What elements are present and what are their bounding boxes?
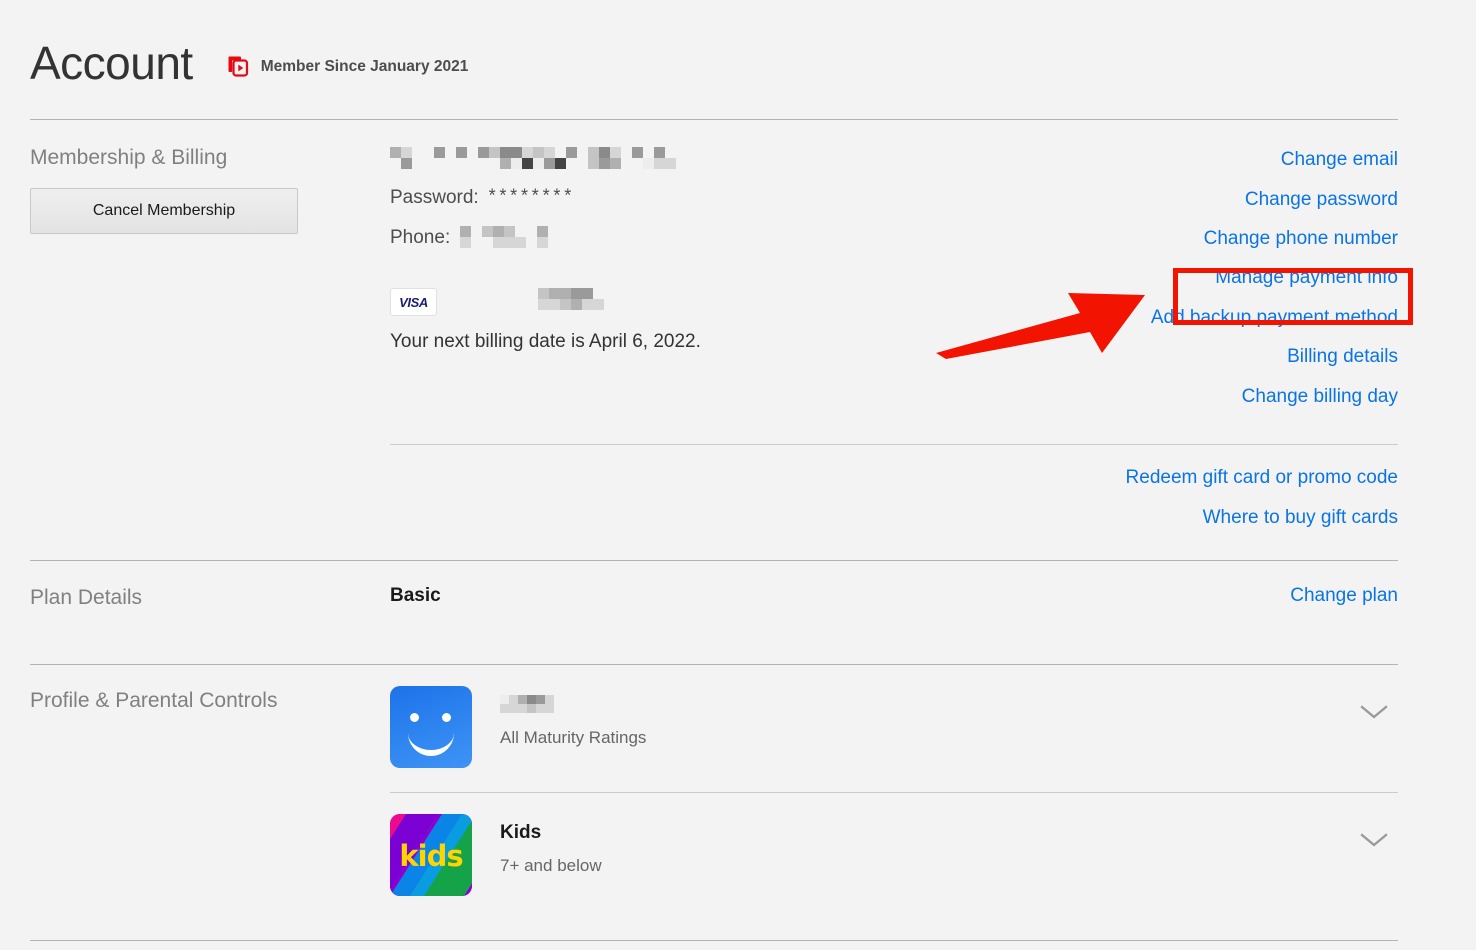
kids-avatar[interactable]: kids — [390, 814, 472, 896]
netflix-profile-cards-icon — [225, 54, 251, 80]
password-row: Password: ******** — [390, 185, 680, 211]
header-divider — [30, 119, 1398, 120]
account-info-column: Password: ******** Phone: — [390, 146, 680, 251]
bottom-divider — [30, 940, 1398, 941]
where-to-buy-gift-cards-link[interactable]: Where to buy gift cards — [1126, 498, 1398, 538]
smiley-blue-avatar[interactable] — [390, 686, 472, 768]
visa-card-logo: VISA — [390, 288, 437, 316]
profile-maturity: 7+ and below — [500, 856, 602, 875]
page-title: Account — [30, 37, 193, 89]
profile-name: Kids — [500, 822, 542, 843]
change-phone-number-link[interactable]: Change phone number — [1204, 219, 1398, 259]
card-number-redacted — [538, 288, 608, 312]
member-badge: Member Since January 2021 — [225, 54, 469, 80]
phone-row: Phone: — [390, 225, 680, 251]
change-email-link[interactable]: Change email — [1204, 140, 1398, 180]
password-value: ******** — [486, 188, 574, 208]
add-backup-payment-method-link[interactable]: Add backup payment method — [1151, 298, 1398, 338]
gift-card-links: Redeem gift card or promo code Where to … — [1126, 458, 1398, 537]
redeem-gift-card-link[interactable]: Redeem gift card or promo code — [1126, 458, 1398, 498]
account-links: Change email Change password Change phon… — [1204, 140, 1398, 259]
kids-wordmark: kids — [399, 839, 463, 873]
profile-name — [500, 692, 646, 718]
cancel-membership-button[interactable]: Cancel Membership — [30, 188, 298, 234]
chevron-down-icon[interactable] — [1360, 832, 1388, 848]
phone-label: Phone: — [390, 227, 451, 248]
change-billing-day-link[interactable]: Change billing day — [1151, 377, 1398, 417]
membership-plan-divider — [30, 560, 1398, 561]
manage-payment-info-link[interactable]: Manage payment info — [1151, 258, 1398, 298]
table-row[interactable]: kids Kids 7+ and below — [390, 814, 1398, 896]
profile-text: Kids 7+ and below — [500, 820, 602, 876]
change-password-link[interactable]: Change password — [1204, 180, 1398, 220]
password-label: Password: — [390, 187, 479, 208]
profile-text: All Maturity Ratings — [500, 692, 646, 748]
profiles-section-label: Profile & Parental Controls — [30, 689, 278, 712]
profile-name-redacted — [500, 695, 558, 715]
plan-value: Basic — [390, 585, 441, 606]
payment-links: Manage payment info Add backup payment m… — [1151, 258, 1398, 416]
next-billing-date: Your next billing date is April 6, 2022. — [390, 331, 701, 352]
email-redacted — [390, 147, 680, 171]
plan-section-label: Plan Details — [30, 586, 143, 609]
chevron-down-icon[interactable] — [1360, 704, 1388, 720]
profile-divider — [390, 792, 1398, 793]
annotation-pointer-arrow — [930, 275, 1160, 360]
billing-details-link[interactable]: Billing details — [1151, 337, 1398, 377]
profile-row[interactable]: All Maturity Ratings — [390, 686, 1398, 768]
avatar-eye-right — [442, 713, 451, 722]
visa-label: VISA — [399, 294, 428, 310]
phone-redacted — [460, 226, 560, 250]
avatar-eye-left — [410, 713, 419, 722]
avatar-smile — [408, 726, 454, 756]
billing-gift-divider — [390, 444, 1398, 445]
profile-maturity: All Maturity Ratings — [500, 728, 647, 747]
membership-section-label: Membership & Billing — [30, 146, 228, 169]
page-header: Account Member Since January 2021 — [30, 40, 468, 86]
email-row — [390, 146, 680, 172]
plan-profiles-divider — [30, 664, 1398, 665]
member-since-label: Member Since January 2021 — [260, 58, 469, 75]
change-plan-link[interactable]: Change plan — [1290, 585, 1398, 607]
account-page: Account Member Since January 2021 Member… — [0, 0, 1476, 950]
